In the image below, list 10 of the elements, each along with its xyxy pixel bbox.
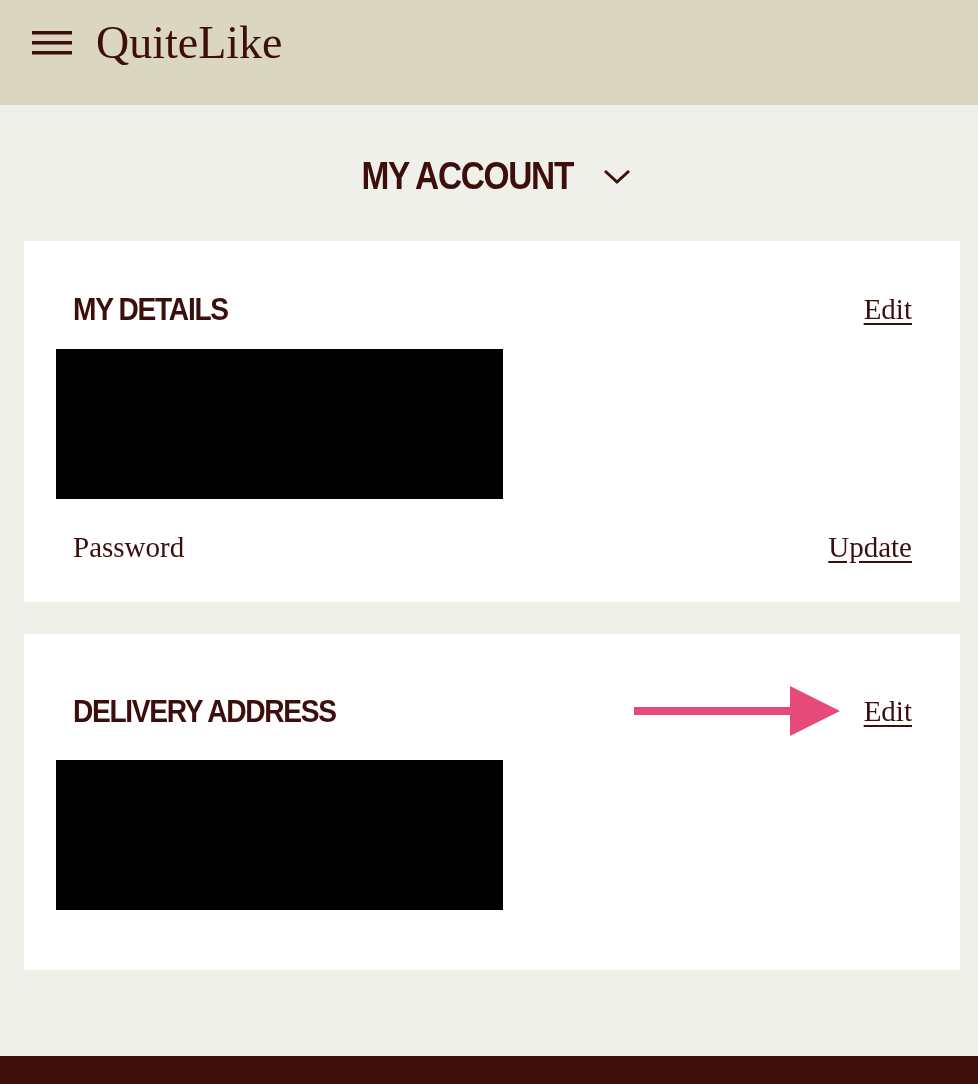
section-heading: DELIVERY ADDRESS bbox=[73, 695, 336, 727]
chevron-icon bbox=[603, 168, 632, 186]
account-dropdown[interactable]: MY ACCOUNT bbox=[346, 157, 632, 195]
section-heading: MY DETAILS bbox=[73, 293, 228, 325]
edit-link[interactable]: Edit bbox=[863, 294, 912, 324]
logo[interactable]: QuiteLike bbox=[96, 19, 283, 66]
update-link[interactable]: Update bbox=[828, 533, 912, 562]
row-label: Password bbox=[73, 533, 185, 562]
edit-link[interactable]: Edit bbox=[863, 696, 912, 726]
menu-icon[interactable] bbox=[32, 30, 72, 55]
